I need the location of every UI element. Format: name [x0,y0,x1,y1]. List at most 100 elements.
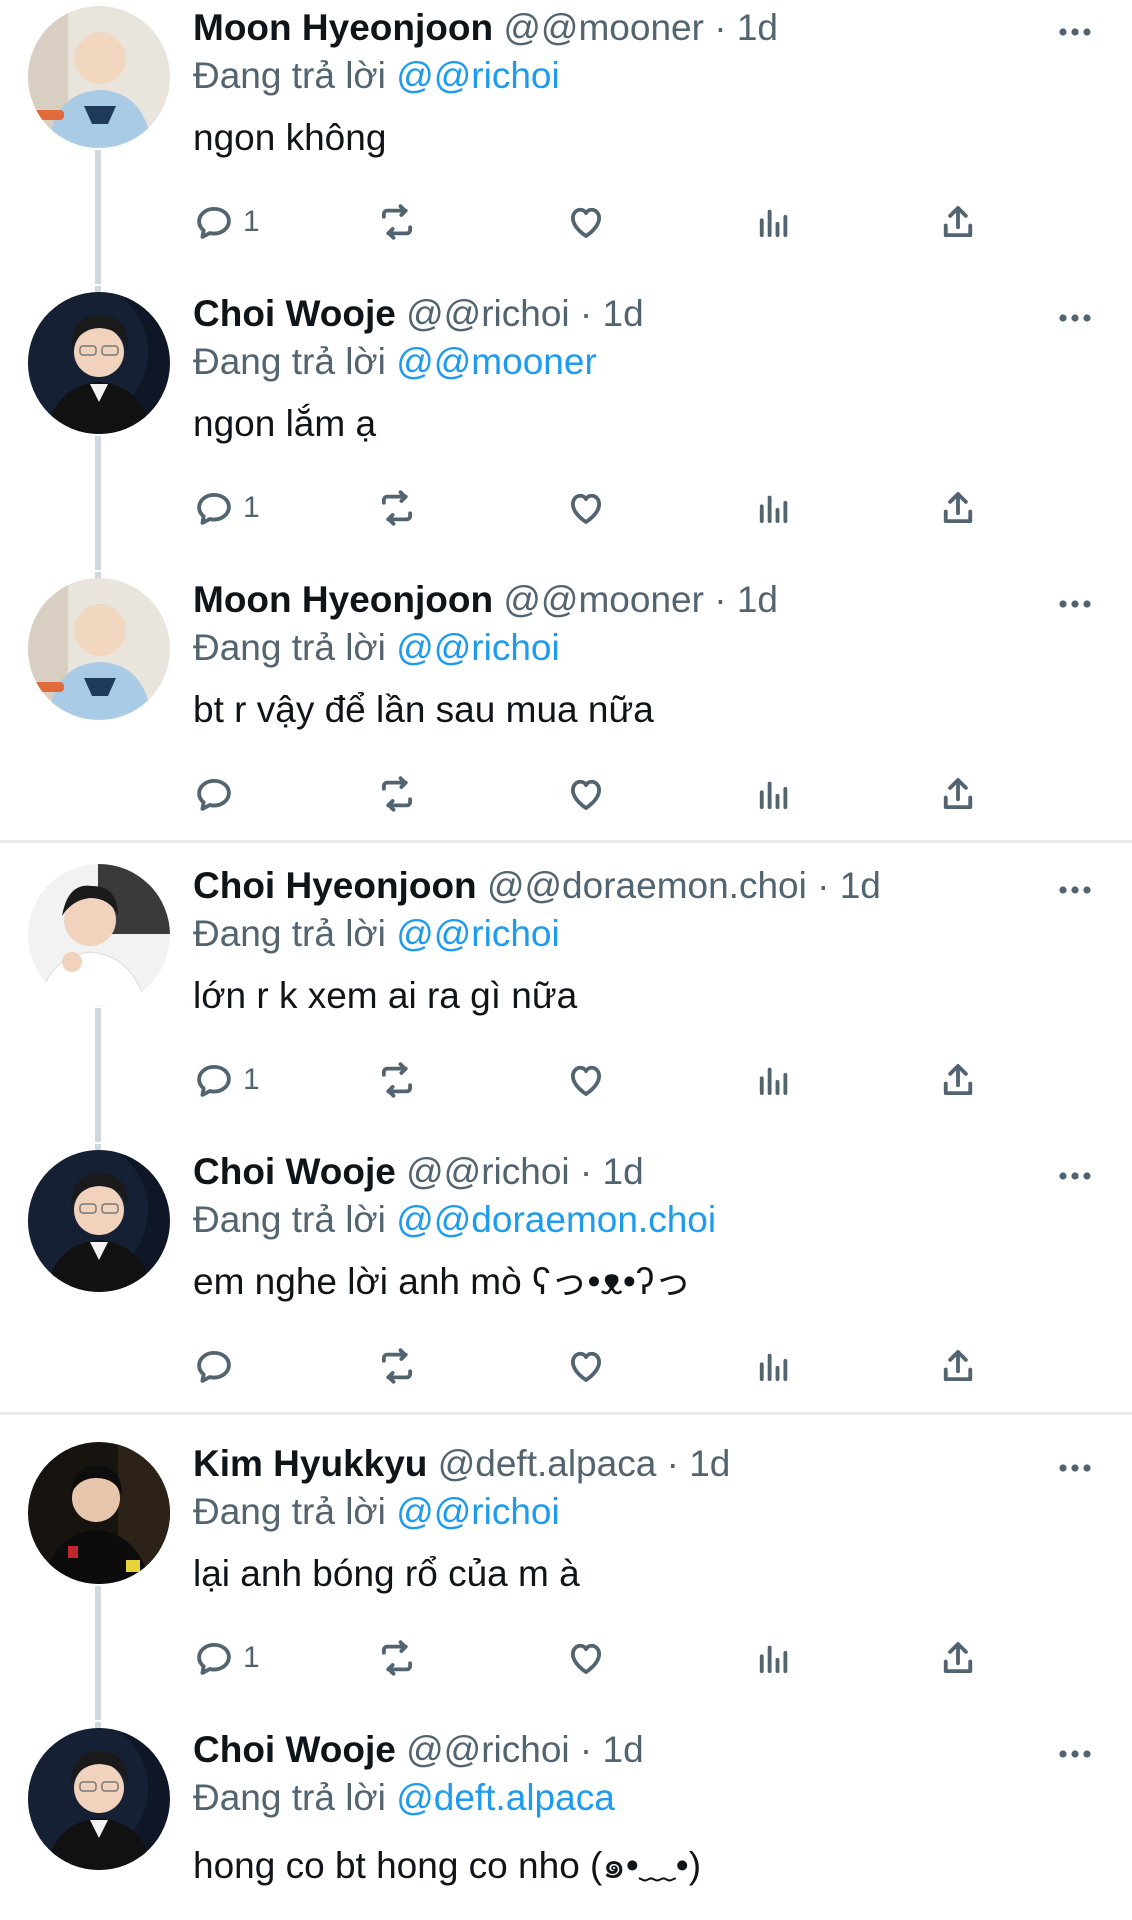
avatar[interactable] [28,864,170,1006]
display-name[interactable]: Choi Hyeonjoon [193,865,477,906]
share-button[interactable] [937,772,979,816]
display-name[interactable]: Kim Hyukkyu [193,1443,427,1484]
avatar[interactable] [28,292,170,434]
user-handle[interactable]: @@richoi [406,293,570,334]
display-name[interactable]: Moon Hyeonjoon [193,579,493,620]
display-name[interactable]: Moon Hyeonjoon [193,7,493,48]
avatar[interactable] [28,578,170,720]
user-handle[interactable]: @@richoi [406,1729,570,1770]
tweet[interactable]: Moon Hyeonjoon @@mooner · 1d Đang trả lờ… [0,572,1132,840]
display-name[interactable]: Choi Wooje [193,293,396,334]
more-dots-icon[interactable] [1055,1448,1095,1488]
avatar[interactable] [28,1442,170,1584]
retweet-button[interactable] [376,1058,418,1102]
like-button[interactable] [565,1058,607,1102]
more-dots-icon[interactable] [1055,1734,1095,1774]
tweet[interactable]: Choi Wooje @@richoi · 1d Đang trả lời @d… [0,1722,1132,1920]
reply-button[interactable] [193,772,243,816]
like-button[interactable] [565,1636,607,1680]
views-button[interactable] [753,1058,795,1102]
replying-to-handle[interactable]: @@richoi [396,627,560,668]
share-button[interactable] [937,1344,979,1388]
views-button[interactable] [753,200,795,244]
retweet-button[interactable] [376,1344,418,1388]
like-button[interactable] [565,772,607,816]
user-handle[interactable]: @@mooner [503,7,704,48]
more-dots-icon[interactable] [1055,584,1095,624]
share-button[interactable] [937,200,979,244]
replying-to-label: Đang trả lời [193,1199,386,1240]
replying-to-handle[interactable]: @@richoi [396,55,560,96]
share-button[interactable] [937,1636,979,1680]
user-handle[interactable]: @deft.alpaca [438,1443,657,1484]
more-dots-icon[interactable] [1055,298,1095,338]
tweet-header: Moon Hyeonjoon @@mooner · 1d [193,4,778,52]
avatar[interactable] [28,1728,170,1870]
replying-to: Đang trả lời @@richoi [193,624,560,672]
reply-count: 1 [243,491,260,524]
reply-button[interactable]: 1 [193,1058,260,1102]
replying-to-handle[interactable]: @@mooner [396,341,597,382]
retweet-icon [381,204,413,240]
user-handle[interactable]: @@mooner [503,579,704,620]
like-button[interactable] [565,200,607,244]
share-button[interactable] [937,486,979,530]
replying-to-label: Đang trả lời [193,913,386,954]
timestamp[interactable]: 1d [603,1151,644,1192]
reply-icon [197,1350,231,1383]
reply-button[interactable]: 1 [193,200,260,244]
like-button[interactable] [565,1344,607,1388]
reply-icon [197,492,231,525]
replying-to: Đang trả lời @@richoi [193,1488,560,1536]
like-button[interactable] [565,486,607,530]
tweet[interactable]: Choi Wooje @@richoi · 1d Đang trả lời @@… [0,286,1132,570]
views-button[interactable] [753,1636,795,1680]
tweet-header: Choi Hyeonjoon @@doraemon.choi · 1d [193,862,881,910]
action-bar: 1 [193,1636,1013,1680]
reply-button[interactable] [193,1344,243,1388]
reply-button[interactable]: 1 [193,486,260,530]
tweet[interactable]: Choi Hyeonjoon @@doraemon.choi · 1d Đang… [0,858,1132,1142]
replying-to-handle[interactable]: @deft.alpaca [396,1777,615,1818]
more-dots-icon[interactable] [1055,870,1095,910]
retweet-button[interactable] [376,772,418,816]
tweet[interactable]: Kim Hyukkyu @deft.alpaca · 1d Đang trả l… [0,1436,1132,1720]
more-dots-icon[interactable] [1055,1156,1095,1196]
share-icon [943,492,973,524]
heart-icon [570,207,602,238]
user-handle[interactable]: @@doraemon.choi [487,865,807,906]
tweet-header: Choi Wooje @@richoi · 1d [193,290,644,338]
timestamp[interactable]: 1d [737,579,778,620]
action-bar: 1 [193,1058,1013,1102]
user-handle[interactable]: @@richoi [406,1151,570,1192]
replying-to-handle[interactable]: @@richoi [396,913,560,954]
views-button[interactable] [753,1344,795,1388]
reply-button[interactable]: 1 [193,1636,260,1680]
timestamp[interactable]: 1d [603,293,644,334]
retweet-button[interactable] [376,1636,418,1680]
tweet-text: bt r vậy để lần sau mua nữa [193,689,654,730]
retweet-button[interactable] [376,200,418,244]
display-name[interactable]: Choi Wooje [193,1151,396,1192]
tweet[interactable]: Moon Hyeonjoon @@mooner · 1d Đang trả lờ… [0,0,1132,284]
views-chart-icon [759,495,788,524]
retweet-icon [381,490,413,526]
display-name[interactable]: Choi Wooje [193,1729,396,1770]
replying-to-handle[interactable]: @@richoi [396,1491,560,1532]
timestamp[interactable]: 1d [689,1443,730,1484]
timestamp[interactable]: 1d [603,1729,644,1770]
views-chart-icon [759,1645,788,1674]
replying-to-handle[interactable]: @@doraemon.choi [396,1199,716,1240]
timestamp[interactable]: 1d [840,865,881,906]
views-button[interactable] [753,772,795,816]
retweet-button[interactable] [376,486,418,530]
tweet-text: lại anh bóng rổ của m à [193,1553,580,1594]
replying-to: Đang trả lời @deft.alpaca [193,1774,615,1822]
views-button[interactable] [753,486,795,530]
tweet[interactable]: Choi Wooje @@richoi · 1d Đang trả lời @@… [0,1144,1132,1412]
share-button[interactable] [937,1058,979,1102]
timestamp[interactable]: 1d [737,7,778,48]
avatar[interactable] [28,6,170,148]
avatar[interactable] [28,1150,170,1292]
more-dots-icon[interactable] [1055,12,1095,52]
